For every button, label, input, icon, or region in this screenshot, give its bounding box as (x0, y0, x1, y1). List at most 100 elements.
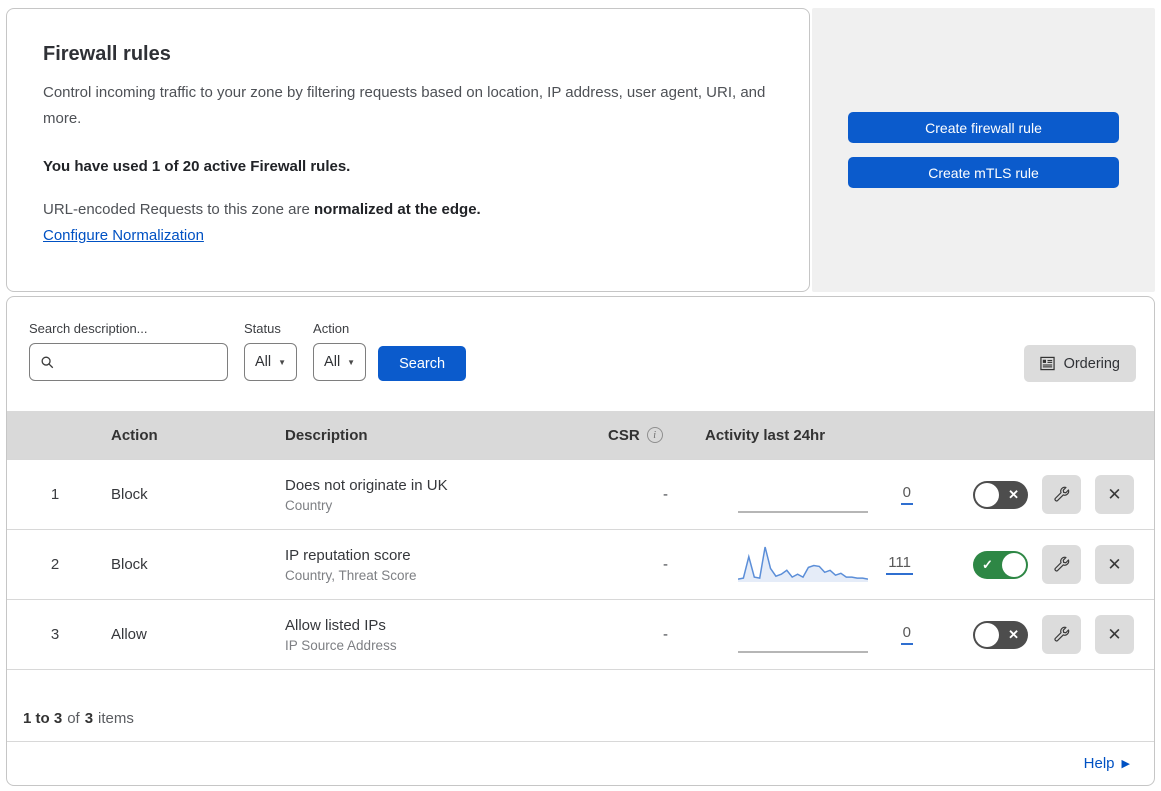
rule-csr-value: - (663, 556, 668, 573)
close-icon: ✕ (1107, 624, 1122, 644)
csr-header-label: CSR (608, 426, 640, 444)
rule-action: Block (111, 556, 148, 573)
rule-description: Allow listed IPs (285, 616, 386, 634)
action-dropdown-value: All (324, 354, 341, 370)
firewall-rules-page: Firewall rules Control incoming traffic … (0, 0, 1161, 791)
page-title: Firewall rules (43, 43, 171, 65)
rule-enabled-toggle[interactable]: ✓ ✕ (973, 480, 1028, 509)
cta-panel: Create firewall rule Create mTLS rule (812, 8, 1155, 292)
status-dropdown-value: All (255, 354, 272, 370)
ordering-button[interactable]: Ordering (1023, 345, 1136, 382)
rule-description-cell: IP reputation score Country, Threat Scor… (275, 547, 590, 583)
edit-rule-button[interactable] (1042, 615, 1081, 654)
ordering-button-label: Ordering (1063, 355, 1120, 372)
search-button[interactable]: Search (378, 346, 467, 381)
items-label: items (98, 710, 134, 727)
rule-fields: IP Source Address (285, 637, 397, 653)
rule-activity-cell: 0 (690, 473, 925, 517)
activity-count-link[interactable]: 111 (886, 554, 913, 575)
status-filter-group: Status All ▼ (244, 321, 298, 381)
rule-enabled-toggle[interactable]: ✓ ✕ (973, 620, 1028, 649)
rule-fields: Country, Threat Score (285, 567, 417, 583)
close-icon: ✕ (1107, 554, 1122, 574)
toggle-knob (975, 482, 999, 507)
description-column-header: Description (285, 426, 368, 444)
filter-bar: Search description... Status All ▼ Actio… (7, 297, 1154, 411)
rule-action: Allow (111, 626, 147, 643)
action-label: Action (313, 321, 350, 336)
create-firewall-rule-button[interactable]: Create firewall rule (848, 112, 1119, 143)
ordering-list-icon (1039, 356, 1055, 371)
activity-column-header: Activity last 24hr (705, 426, 826, 444)
items-range: 1 to 3 (23, 710, 63, 727)
search-description-input[interactable] (63, 353, 217, 371)
search-label: Search description... (29, 321, 148, 336)
activity-count-link[interactable]: 0 (900, 484, 913, 505)
rule-description-cell: Does not originate in UK Country (275, 477, 590, 513)
action-dropdown[interactable]: All ▼ (313, 343, 367, 381)
items-total: 3 (84, 710, 94, 727)
table-header: Action Description CSR i Activity last 2… (7, 411, 1154, 459)
create-mtls-rule-button[interactable]: Create mTLS rule (848, 157, 1119, 188)
activity-count-link[interactable]: 0 (900, 624, 913, 645)
rule-activity-cell: 111 (690, 543, 925, 587)
pagination-summary: 1 to 3 of 3 items (7, 669, 1154, 741)
help-link[interactable]: Help ▶ (1084, 755, 1130, 772)
table-row: 3 Allow Allow listed IPs IP Source Addre… (7, 599, 1154, 669)
toggle-knob (975, 622, 999, 647)
table-row: 2 Block IP reputation score Country, Thr… (7, 529, 1154, 599)
rule-action: Block (111, 486, 148, 503)
search-box[interactable] (29, 343, 228, 381)
wrench-icon (1054, 486, 1070, 502)
delete-rule-button[interactable]: ✕ (1095, 545, 1134, 584)
rule-controls: ✓ ✕ ✕ (925, 475, 1154, 514)
rule-description: IP reputation score (285, 546, 411, 564)
activity-sparkline (738, 650, 868, 653)
rule-description-cell: Allow listed IPs IP Source Address (275, 617, 590, 653)
configure-normalization-link[interactable]: Configure Normalization (43, 227, 204, 244)
cross-icon: ✕ (1008, 486, 1019, 502)
table-row: 1 Block Does not originate in UK Country… (7, 459, 1154, 529)
search-icon (41, 356, 54, 368)
wrench-icon (1054, 626, 1070, 642)
rule-csr-value: - (663, 486, 668, 503)
rule-priority: 1 (50, 486, 60, 503)
delete-rule-button[interactable]: ✕ (1095, 615, 1134, 654)
normalization-bold-text: normalized at the edge. (314, 201, 481, 218)
csr-column-header: CSR i (590, 427, 690, 444)
normalization-text: URL-encoded Requests to this zone are (43, 201, 314, 218)
delete-rule-button[interactable]: ✕ (1095, 475, 1134, 514)
rule-description: Does not originate in UK (285, 476, 448, 494)
rule-controls: ✓ ✕ ✕ (925, 615, 1154, 654)
search-group: Search description... (29, 321, 228, 381)
cross-icon: ✕ (1008, 626, 1019, 642)
rule-csr-value: - (663, 626, 668, 643)
intro-card: Firewall rules Control incoming traffic … (6, 8, 810, 292)
info-icon[interactable]: i (646, 427, 663, 443)
rules-card: Search description... Status All ▼ Actio… (6, 296, 1155, 786)
normalization-note: URL-encoded Requests to this zone are no… (43, 201, 769, 218)
arrow-right-icon: ▶ (1121, 758, 1130, 770)
activity-sparkline (738, 510, 868, 513)
edit-rule-button[interactable] (1042, 545, 1081, 584)
status-label: Status (244, 321, 281, 336)
rule-controls: ✓ ✕ ✕ (925, 545, 1154, 584)
usage-summary: You have used 1 of 20 active Firewall ru… (43, 158, 351, 175)
activity-sparkline (738, 546, 868, 582)
page-description: Control incoming traffic to your zone by… (43, 84, 766, 127)
action-filter-group: Action All ▼ (313, 321, 367, 381)
toggle-knob (1002, 552, 1026, 577)
close-icon: ✕ (1107, 484, 1122, 504)
chevron-down-icon: ▼ (278, 357, 287, 367)
items-of-label: of (67, 710, 80, 727)
rule-priority: 2 (50, 556, 60, 573)
rule-fields: Country (285, 497, 333, 513)
rule-enabled-toggle[interactable]: ✓ ✕ (973, 550, 1028, 579)
status-dropdown[interactable]: All ▼ (244, 343, 298, 381)
action-column-header: Action (111, 426, 158, 444)
edit-rule-button[interactable] (1042, 475, 1081, 514)
card-footer: Help ▶ (7, 741, 1154, 785)
chevron-down-icon: ▼ (347, 357, 356, 367)
check-icon: ✓ (982, 556, 993, 572)
wrench-icon (1054, 556, 1070, 572)
